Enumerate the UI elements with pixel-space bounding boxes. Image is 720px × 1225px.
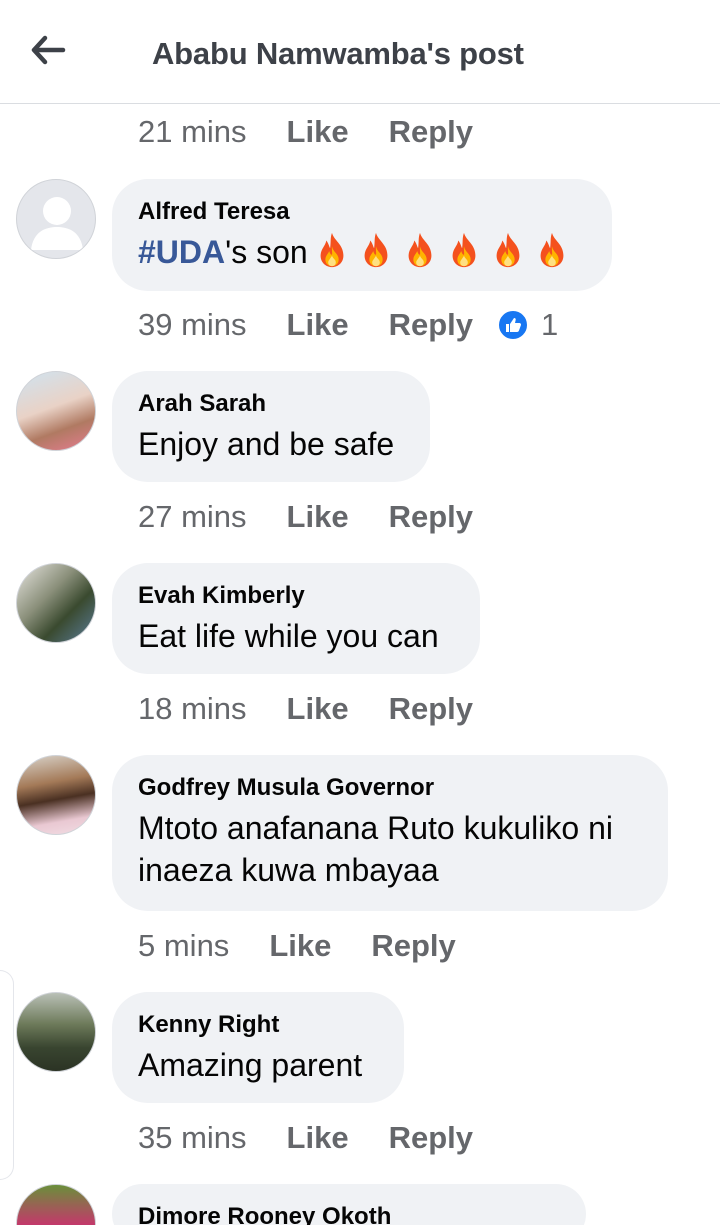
comment-time: 21 mins — [138, 114, 247, 149]
thumbs-up-icon — [497, 309, 529, 341]
comment-meta: 27 mins Like Reply — [138, 497, 473, 537]
fire-emoji-icon — [452, 232, 476, 268]
avatar[interactable] — [16, 179, 96, 259]
like-button[interactable]: Like — [287, 1120, 349, 1156]
comment-text: Amazing parent — [138, 1047, 363, 1083]
reaction-count: 1 — [541, 307, 559, 342]
avatar[interactable] — [16, 563, 96, 643]
comment-text: #UDA's son — [138, 231, 586, 273]
fire-emoji-icon — [364, 232, 388, 268]
reply-button[interactable]: Reply — [389, 114, 473, 150]
default-avatar-icon — [31, 197, 83, 250]
comment-author[interactable]: Alfred Teresa — [138, 197, 586, 227]
comment-text: Mtoto anafanana Ruto kukuliko ni inaeza … — [138, 810, 613, 888]
avatar[interactable] — [16, 755, 96, 835]
reply-button[interactable]: Reply — [389, 307, 473, 343]
comment-text-body: 's son — [225, 234, 308, 270]
reaction-summary[interactable]: 1 — [497, 307, 558, 343]
fire-emoji-icon — [540, 232, 564, 268]
comment-time: 27 mins — [138, 499, 247, 534]
reply-button[interactable]: Reply — [389, 499, 473, 535]
like-button[interactable]: Like — [287, 307, 349, 343]
app-header: Ababu Namwamba's post — [0, 0, 720, 104]
comment-bubble: Dimore Rooney Okoth — [112, 1184, 586, 1225]
comment-text: Eat life while you can — [138, 618, 439, 654]
side-panel-edge — [0, 970, 14, 1180]
like-button[interactable]: Like — [287, 499, 349, 535]
comment-author[interactable]: Godfrey Musula Governor — [138, 773, 642, 803]
like-button[interactable]: Like — [269, 928, 331, 964]
reply-button[interactable]: Reply — [371, 928, 455, 964]
comment-meta: 18 mins Like Reply — [138, 689, 473, 729]
avatar[interactable] — [16, 371, 96, 451]
comment-time: 39 mins — [138, 307, 247, 342]
comment-bubble: Alfred Teresa #UDA's son — [112, 179, 612, 291]
reply-button[interactable]: Reply — [389, 1120, 473, 1156]
comment-author[interactable]: Dimore Rooney Okoth — [138, 1202, 560, 1225]
like-button[interactable]: Like — [287, 114, 349, 150]
comment-bubble: Evah Kimberly Eat life while you can — [112, 563, 480, 674]
comment-time: 18 mins — [138, 691, 247, 726]
comment-meta: 35 mins Like Reply — [138, 1118, 473, 1158]
comment-meta: 39 mins Like Reply 1 — [138, 305, 558, 345]
arrow-left-icon — [31, 35, 66, 65]
comment-author[interactable]: Evah Kimberly — [138, 581, 454, 611]
comment-bubble: Arah Sarah Enjoy and be safe — [112, 371, 430, 482]
avatar[interactable] — [16, 1184, 96, 1225]
like-button[interactable]: Like — [287, 691, 349, 727]
back-button[interactable] — [24, 30, 72, 70]
comment-author[interactable]: Arah Sarah — [138, 389, 404, 419]
comment-time: 5 mins — [138, 928, 230, 963]
comment-time: 35 mins — [138, 1120, 247, 1155]
avatar[interactable] — [16, 992, 96, 1072]
comment-meta: 21 mins Like Reply — [138, 112, 473, 152]
comment-meta: 5 mins Like Reply — [138, 926, 456, 966]
comment-bubble: Kenny Right Amazing parent — [112, 992, 404, 1103]
comment-author[interactable]: Kenny Right — [138, 1010, 378, 1040]
comment-text: Enjoy and be safe — [138, 426, 395, 462]
comment-bubble: Godfrey Musula Governor Mtoto anafanana … — [112, 755, 668, 911]
fire-emoji-icon — [320, 232, 344, 268]
hashtag-link[interactable]: #UDA — [138, 234, 225, 270]
reply-button[interactable]: Reply — [389, 691, 473, 727]
page-title: Ababu Namwamba's post — [152, 36, 524, 71]
fire-emoji-icon — [408, 232, 432, 268]
fire-emoji-row — [308, 232, 572, 270]
fire-emoji-icon — [496, 232, 520, 268]
